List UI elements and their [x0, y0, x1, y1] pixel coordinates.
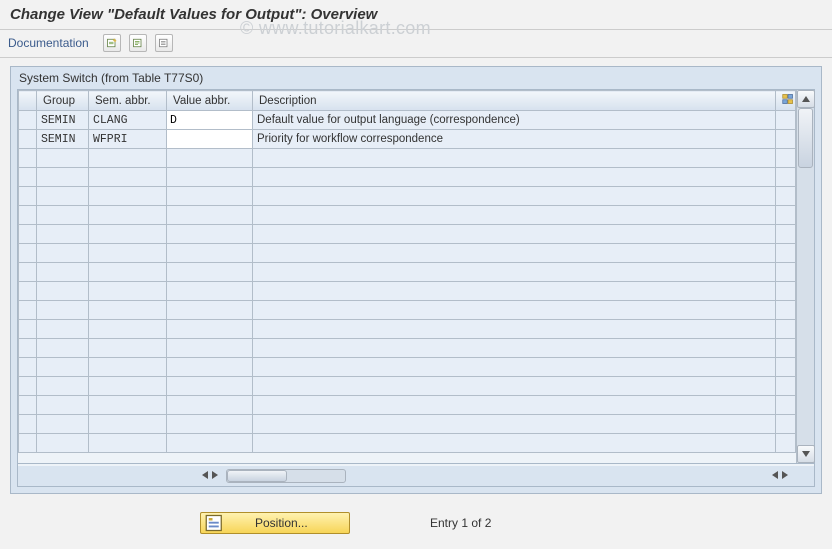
col-header-group[interactable]: Group: [37, 91, 89, 111]
row-selector[interactable]: [19, 282, 37, 301]
col-header-sem[interactable]: Sem. abbr.: [89, 91, 167, 111]
table-row-empty: [19, 434, 796, 453]
table-row-empty: [19, 377, 796, 396]
cell-sem-abbr: WFPRI: [89, 130, 167, 149]
table-row-empty: [19, 339, 796, 358]
table-row-empty: [19, 415, 796, 434]
table-row-empty: [19, 320, 796, 339]
cell-value-abbr[interactable]: [167, 111, 253, 130]
panel-title: System Switch (from Table T77S0): [11, 67, 821, 89]
hscroll-left-button-2[interactable]: [770, 469, 780, 483]
select-all-header[interactable]: [19, 91, 37, 111]
hscroll-track[interactable]: [226, 469, 346, 483]
hscroll-left-button[interactable]: [200, 469, 210, 483]
table-header-row: Group Sem. abbr. Value abbr. Description: [19, 91, 796, 111]
row-selector[interactable]: [19, 358, 37, 377]
row-selector[interactable]: [19, 396, 37, 415]
position-icon: [205, 515, 225, 531]
entry-count-text: Entry 1 of 2: [430, 516, 491, 530]
table-row-empty: [19, 396, 796, 415]
table-row-empty: [19, 301, 796, 320]
vertical-scrollbar[interactable]: [796, 90, 814, 463]
table-row-empty: [19, 149, 796, 168]
row-selector[interactable]: [19, 187, 37, 206]
scroll-down-button[interactable]: [797, 445, 815, 463]
row-selector[interactable]: [19, 320, 37, 339]
table-row-empty: [19, 168, 796, 187]
table-config-button[interactable]: [776, 91, 796, 111]
table-row-empty: [19, 263, 796, 282]
documentation-button[interactable]: Documentation: [8, 36, 89, 50]
row-selector[interactable]: [19, 168, 37, 187]
horizontal-scrollbar: [18, 466, 814, 486]
row-selector[interactable]: [19, 244, 37, 263]
position-label: Position...: [255, 516, 308, 530]
hscroll-right-button-2[interactable]: [780, 469, 790, 483]
scroll-up-button[interactable]: [797, 90, 815, 108]
cell-description: Default value for output language (corre…: [253, 111, 776, 130]
vscroll-thumb[interactable]: [798, 108, 813, 168]
row-selector[interactable]: [19, 225, 37, 244]
value-abbr-input[interactable]: [167, 130, 252, 148]
footer: Position... Entry 1 of 2: [0, 494, 832, 544]
value-abbr-input[interactable]: [167, 111, 252, 129]
position-button[interactable]: Position...: [200, 512, 350, 534]
change-icon[interactable]: [103, 34, 121, 52]
cell-sem-abbr: CLANG: [89, 111, 167, 130]
row-selector[interactable]: [19, 149, 37, 168]
row-selector[interactable]: [19, 263, 37, 282]
row-selector[interactable]: [19, 111, 37, 130]
table-row-empty: [19, 358, 796, 377]
col-header-val[interactable]: Value abbr.: [167, 91, 253, 111]
row-selector[interactable]: [19, 339, 37, 358]
hscroll-thumb[interactable]: [227, 470, 287, 482]
table-row-empty: [19, 225, 796, 244]
row-selector[interactable]: [19, 434, 37, 453]
save-icon[interactable]: [129, 34, 147, 52]
page-title: Change View "Default Values for Output":…: [0, 0, 832, 30]
table-row: SEMINWFPRI Priority for workflow correspo…: [19, 130, 796, 149]
table-row-empty: [19, 187, 796, 206]
table-row-empty: [19, 244, 796, 263]
table-row: SEMINCLANG Default value for output langu…: [19, 111, 796, 130]
toolbar: Documentation: [0, 30, 832, 58]
col-header-desc[interactable]: Description: [253, 91, 776, 111]
cell-value-abbr[interactable]: [167, 130, 253, 149]
table-row-empty: [19, 206, 796, 225]
select-all-icon[interactable]: [155, 34, 173, 52]
cell-group: SEMIN: [37, 111, 89, 130]
row-selector[interactable]: [19, 206, 37, 225]
cell-description: Priority for workflow correspondence: [253, 130, 776, 149]
row-selector[interactable]: [19, 377, 37, 396]
table-container: Group Sem. abbr. Value abbr. Description: [17, 89, 815, 487]
vscroll-track[interactable]: [797, 108, 814, 445]
table-config-icon: [782, 96, 794, 108]
row-selector[interactable]: [19, 301, 37, 320]
data-table: Group Sem. abbr. Value abbr. Description: [18, 90, 796, 453]
row-selector[interactable]: [19, 130, 37, 149]
row-selector[interactable]: [19, 415, 37, 434]
cell-group: SEMIN: [37, 130, 89, 149]
hscroll-right-button[interactable]: [210, 469, 220, 483]
table-row-empty: [19, 282, 796, 301]
system-switch-panel: System Switch (from Table T77S0) Group S…: [10, 66, 822, 494]
